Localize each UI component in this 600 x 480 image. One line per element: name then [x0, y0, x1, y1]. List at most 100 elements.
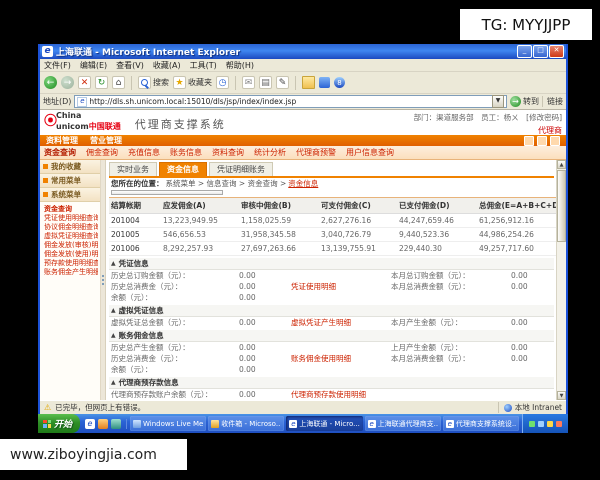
- history-button[interactable]: ◷: [216, 76, 229, 90]
- refresh-icon: ↻: [95, 76, 108, 89]
- msn-icon: 8: [334, 77, 345, 88]
- minimize-button[interactable]: _: [517, 45, 532, 58]
- nav-data-query[interactable]: 资料查询: [212, 147, 244, 158]
- menu-file[interactable]: 文件(F): [44, 60, 71, 71]
- search-button[interactable]: 搜索: [138, 76, 169, 90]
- system-title: 代理商支撑系统: [135, 116, 226, 132]
- taskbar-button-live[interactable]: Windows Live Me...: [130, 416, 206, 431]
- mail-button[interactable]: ✉: [242, 76, 255, 90]
- scroll-up-icon[interactable]: ▲: [557, 160, 566, 169]
- menu-view[interactable]: 查看(V): [116, 60, 144, 71]
- table-row: 201005 546,656.53 31,958,345.58 3,040,72…: [109, 228, 556, 242]
- sidebar-item-agreement-detail[interactable]: 协议佣金明细查询: [44, 223, 98, 232]
- links-menu[interactable]: 链接: [542, 96, 563, 107]
- breadcrumb-path[interactable]: 系统菜单 > 信息查询 > 资金查询 >: [166, 178, 287, 189]
- sidebar-item-funds-query[interactable]: 资金查询: [44, 205, 98, 214]
- nav-user-info-query[interactable]: 用户信息查询: [346, 147, 394, 158]
- stop-button[interactable]: ✕: [78, 76, 91, 90]
- sidebar-item-voucher-detail[interactable]: 凭证使用明细查询: [44, 214, 98, 223]
- browser-viewport: ⦿ China unicom中国联通 代理商支撑系统 部门：渠道服务部 员工：杨…: [40, 110, 566, 400]
- sidebar-item-commission-usage[interactable]: 佣金发放(使用)明细查询: [44, 250, 98, 259]
- sidebar-item-commission-audit[interactable]: 佣金发放(审核)明细查询: [44, 241, 98, 250]
- sidebar-section-system[interactable]: 系统菜单: [40, 188, 100, 202]
- menu-help[interactable]: 帮助(H): [226, 60, 254, 71]
- quicklaunch-media-icon[interactable]: [111, 419, 121, 429]
- nav-account-info[interactable]: 账务信息: [170, 147, 202, 158]
- home-shortcut-icon[interactable]: [524, 136, 534, 146]
- menu-edit[interactable]: 编辑(E): [80, 60, 107, 71]
- taskbar-button-inbox[interactable]: 收件箱 - Microso...: [208, 416, 284, 431]
- nav-recharge-info[interactable]: 充值信息: [128, 147, 160, 158]
- nav-agent-alert[interactable]: 代理商预警: [296, 147, 336, 158]
- address-input[interactable]: e http://dls.sh.unicom.local:15010/dls/j…: [74, 95, 507, 108]
- table-row: 201004 13,223,949.95 1,158,025.59 2,627,…: [109, 214, 556, 228]
- forward-button[interactable]: →: [61, 76, 74, 90]
- user-info[interactable]: 部门：渠道服务部 员工：杨ㄨ [修改密码]: [414, 112, 562, 123]
- back-button[interactable]: ←: [44, 76, 57, 90]
- detail-link[interactable]: 账务佣金使用明细: [291, 353, 391, 364]
- messenger-button[interactable]: [319, 76, 330, 90]
- toolbar-separator: [131, 76, 132, 90]
- taskbar-button-agent-system[interactable]: e 代理商支撑系统设...: [443, 416, 519, 431]
- tray-volume-icon[interactable]: [547, 421, 553, 427]
- address-dropdown-icon[interactable]: ▼: [492, 95, 504, 108]
- help-shortcut-icon[interactable]: [537, 136, 547, 146]
- tab-voucher-detail[interactable]: 凭证明细账务: [209, 162, 273, 176]
- tab-funds-info[interactable]: 资金信息: [159, 162, 207, 176]
- nav-stats-analysis[interactable]: 统计分析: [254, 147, 286, 158]
- nav-funds-query[interactable]: 资金查询: [44, 147, 76, 158]
- tray-status-icon[interactable]: [529, 421, 535, 427]
- quicklaunch-desktop-icon[interactable]: [98, 419, 108, 429]
- tray-antivirus-icon[interactable]: [556, 421, 562, 427]
- cell-value: 44,247,659.46: [397, 214, 477, 228]
- section-row: 历史总订购金额（元）： 0.00 本月总订购金额（元）： 0.00: [109, 270, 554, 281]
- detail-link[interactable]: 代理商预存款使用明细: [291, 389, 391, 400]
- quicklaunch-ie-icon[interactable]: e: [85, 419, 95, 429]
- tray-network-icon[interactable]: [538, 421, 544, 427]
- section-header-agent-prepay[interactable]: ▲ 代理商预存款信息: [109, 377, 554, 389]
- refresh-button[interactable]: ↻: [95, 76, 108, 90]
- menu-data-mgmt[interactable]: 资料管理: [46, 135, 78, 146]
- section-row: 余额（元）： 0.00: [109, 364, 554, 375]
- scroll-down-icon[interactable]: ▼: [557, 391, 566, 400]
- home-button[interactable]: ⌂: [112, 76, 125, 90]
- window-titlebar[interactable]: e 上海联通 - Microsoft Internet Explorer _ □…: [40, 44, 566, 59]
- detail-link[interactable]: 凭证使用明细: [291, 281, 391, 292]
- print-icon: ▤: [259, 76, 272, 89]
- taskbar-button-agent-site[interactable]: e 上海联通代理商支...: [365, 416, 441, 431]
- scrollbar-thumb[interactable]: [557, 170, 566, 242]
- section-header-virtual-voucher[interactable]: ▲ 虚拟凭证信息: [109, 305, 554, 317]
- section-header-voucher[interactable]: ▲ 凭证信息: [109, 258, 554, 270]
- maximize-button[interactable]: □: [533, 45, 548, 58]
- sidebar-item-virtual-voucher[interactable]: 虚拟凭证明细查询: [44, 232, 98, 241]
- row-value: 0.00: [239, 318, 291, 327]
- breadcrumb-current[interactable]: 资金信息: [288, 178, 318, 189]
- col-period: 结算帐期: [109, 198, 161, 214]
- msn-button[interactable]: 8: [334, 76, 345, 90]
- tab-realtime-business[interactable]: 实时业务: [109, 162, 157, 176]
- favorites-button[interactable]: ★ 收藏夹: [173, 76, 212, 90]
- start-button[interactable]: 开始: [38, 414, 80, 433]
- sidebar-item-prepay-usage[interactable]: 预存款使用明细查询: [44, 259, 98, 268]
- menu-tools[interactable]: 工具(T): [190, 60, 217, 71]
- menu-favorites[interactable]: 收藏(A): [153, 60, 181, 71]
- print-button[interactable]: ▤: [259, 76, 272, 90]
- close-button[interactable]: ✕: [549, 45, 564, 58]
- nav-commission-query[interactable]: 佣金查询: [86, 147, 118, 158]
- warning-icon[interactable]: ⚠: [44, 404, 51, 412]
- site-header: ⦿ China unicom中国联通 代理商支撑系统 部门：渠道服务部 员工：杨…: [40, 110, 566, 135]
- ie-toolbar: ← → ✕ ↻ ⌂ 搜索 ★ 收藏夹 ◷ ✉ ▤ ✎ 8: [40, 72, 566, 94]
- sidebar-item-account-commission[interactable]: 账务佣金产生明细查询: [44, 268, 98, 277]
- sidebar-section-common[interactable]: 常用菜单: [40, 174, 100, 188]
- folder-button[interactable]: [302, 76, 315, 90]
- taskbar-button-shanghai-unicom[interactable]: e 上海联通 - Micro...: [286, 416, 362, 431]
- go-button[interactable]: → 转到: [510, 96, 539, 107]
- menu-business-mgmt[interactable]: 营业管理: [90, 135, 122, 146]
- section-header-account-commission[interactable]: ▲ 账务佣金信息: [109, 330, 554, 342]
- row-value-right: 0.00: [511, 318, 554, 327]
- edit-button[interactable]: ✎: [276, 76, 289, 90]
- sidebar-section-favorites[interactable]: 我的收藏: [40, 160, 100, 174]
- logout-shortcut-icon[interactable]: [550, 136, 560, 146]
- detail-link[interactable]: 虚拟凭证产生明细: [291, 317, 391, 328]
- vertical-scrollbar[interactable]: ▲ ▼: [556, 160, 566, 400]
